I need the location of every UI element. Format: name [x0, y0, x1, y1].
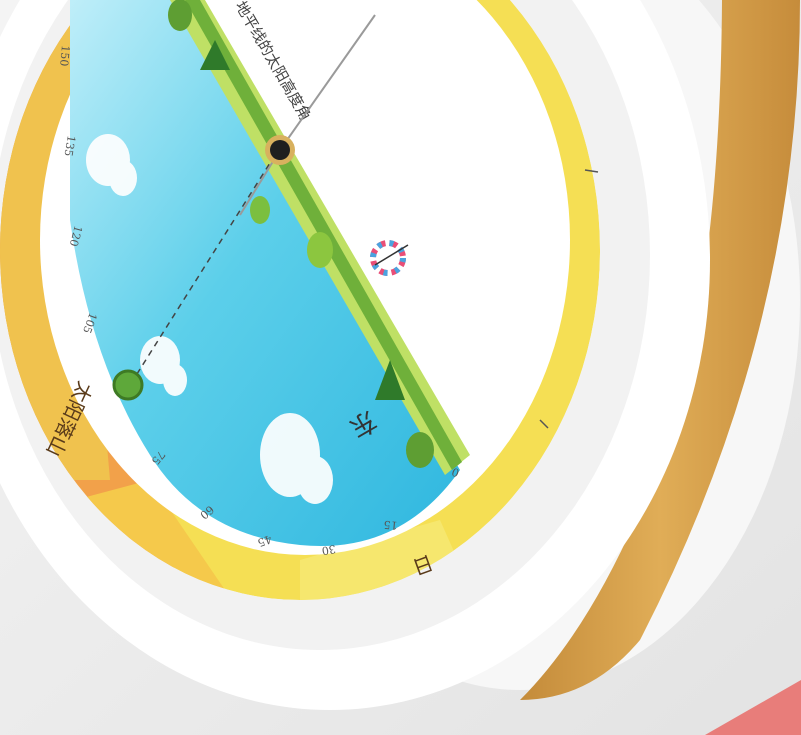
clock-scene: 150 135 120 105 75 60 45 30 15 0 太阳落山 日 …: [0, 0, 801, 735]
clock-illustration: 150 135 120 105 75 60 45 30 15 0 太阳落山 日 …: [0, 0, 801, 735]
tick-30: 30: [321, 542, 337, 557]
center-cap: [270, 140, 290, 160]
tick-15: 15: [383, 518, 398, 532]
sun-marker: [112, 369, 144, 401]
tick-150: 150: [57, 45, 72, 67]
